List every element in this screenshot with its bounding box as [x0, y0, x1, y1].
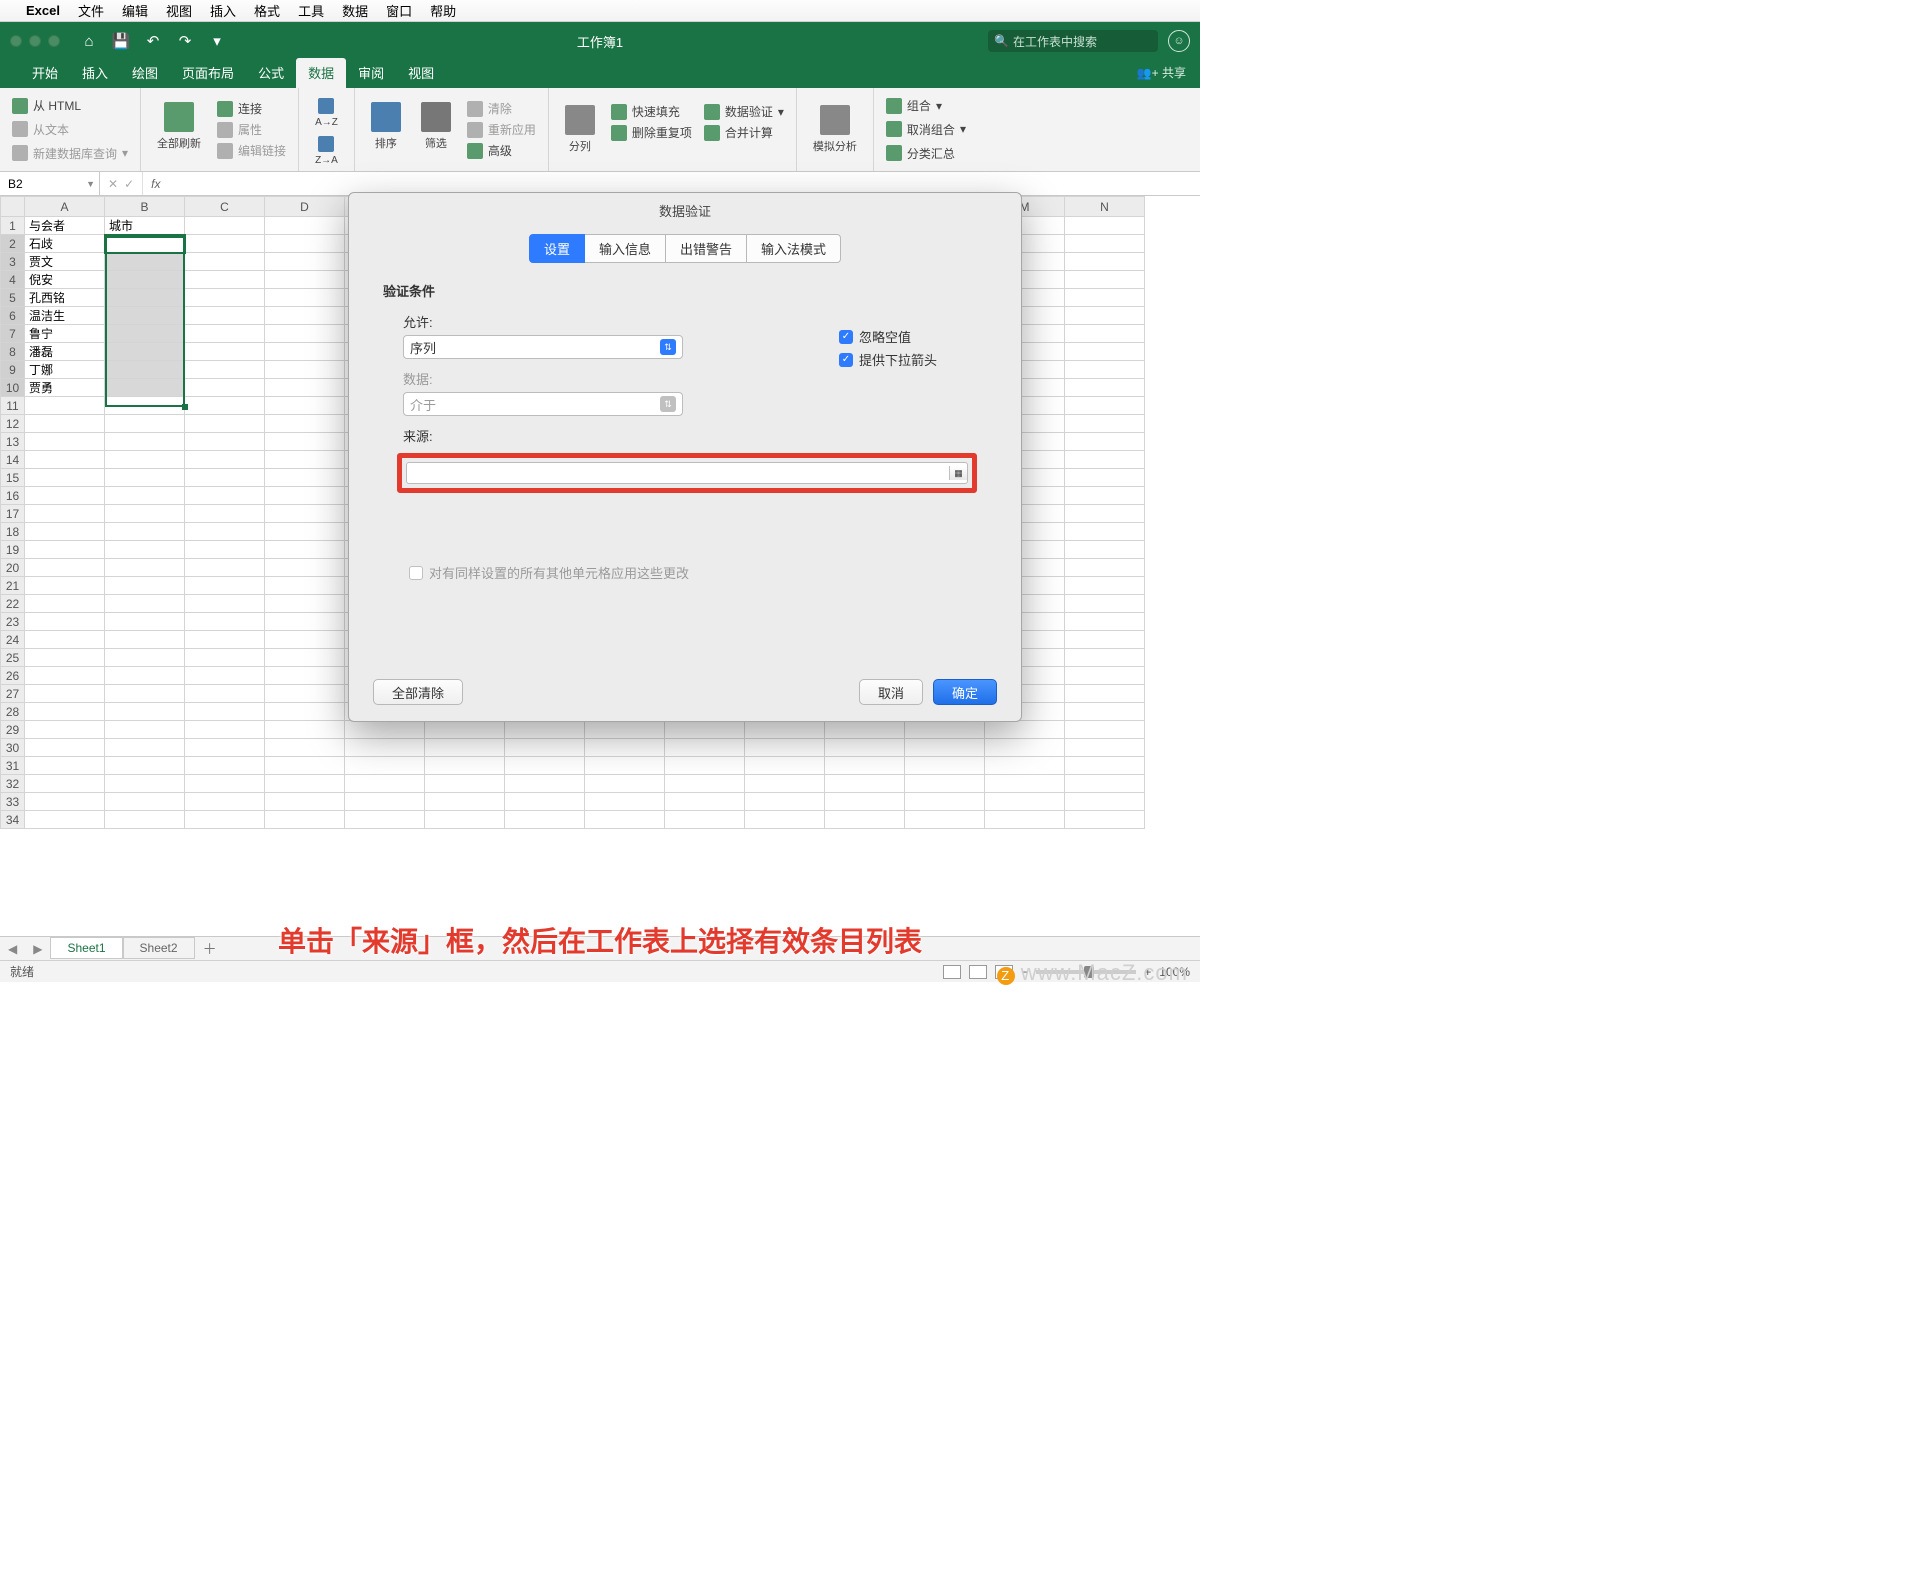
menu-file[interactable]: 文件	[78, 1, 104, 20]
dialog-tab-input[interactable]: 输入信息	[585, 234, 666, 263]
sheet-nav-prev-icon[interactable]: ◀	[0, 942, 25, 956]
remove-duplicates-button[interactable]: 删除重复项	[609, 122, 694, 143]
zoom-out-icon[interactable]: −	[1021, 965, 1028, 979]
flash-fill-button[interactable]: 快速填充	[609, 101, 694, 122]
validation-section-title: 验证条件	[383, 281, 987, 300]
sheet-search[interactable]: 🔍 在工作表中搜索	[988, 30, 1158, 52]
document-title: 工作簿1	[577, 32, 623, 51]
filter-button[interactable]: 筛选	[415, 98, 457, 155]
tab-review[interactable]: 审阅	[346, 58, 396, 88]
zoom-in-icon[interactable]: +	[1144, 965, 1151, 979]
source-highlight: ▦	[397, 453, 977, 493]
view-layout-icon[interactable]	[969, 965, 987, 979]
view-normal-icon[interactable]	[943, 965, 961, 979]
text-to-columns-button[interactable]: 分列	[559, 101, 601, 158]
sheet-tab-1[interactable]: Sheet1	[50, 937, 122, 959]
sheet-tab-bar: ◀ ▶ Sheet1 Sheet2 ＋	[0, 936, 1200, 960]
dialog-tab-ime[interactable]: 输入法模式	[747, 234, 841, 263]
fx-label[interactable]: fx	[143, 177, 160, 191]
sheet-tab-2[interactable]: Sheet2	[123, 937, 195, 959]
sheet-nav-next-icon[interactable]: ▶	[25, 942, 50, 956]
chevron-updown-icon: ⇅	[660, 396, 676, 412]
chevron-updown-icon: ⇅	[660, 339, 676, 355]
sort-desc-button[interactable]: Z→A	[309, 132, 344, 170]
clear-button[interactable]: 清除	[465, 98, 538, 119]
edit-links-button[interactable]: 编辑链接	[215, 140, 288, 161]
menu-insert[interactable]: 插入	[210, 1, 236, 20]
data-validation-dialog: 数据验证 设置 输入信息 出错警告 输入法模式 验证条件 允许: 序列⇅ 数据:…	[348, 192, 1022, 722]
tab-view[interactable]: 视图	[396, 58, 446, 88]
mac-menubar: Excel 文件 编辑 视图 插入 格式 工具 数据 窗口 帮助	[0, 0, 1200, 22]
ribbon-tabs: 开始 插入 绘图 页面布局 公式 数据 审阅 视图 👥+ 共享	[0, 60, 1200, 88]
whatif-button[interactable]: 模拟分析	[807, 101, 863, 158]
in-cell-dropdown-checkbox[interactable]: ✓提供下拉箭头	[839, 350, 937, 369]
sort-asc-button[interactable]: A→Z	[309, 94, 344, 132]
group-button[interactable]: 组合 ▾	[884, 95, 968, 116]
sort-button[interactable]: 排序	[365, 98, 407, 155]
consolidate-button[interactable]: 合并计算	[702, 122, 786, 143]
tab-draw[interactable]: 绘图	[120, 58, 170, 88]
apply-all-checkbox: 对有同样设置的所有其他单元格应用这些更改	[409, 563, 987, 582]
clear-all-button[interactable]: 全部清除	[373, 679, 463, 705]
home-icon[interactable]: ⌂	[80, 32, 98, 50]
confirm-edit-icon[interactable]: ✓	[124, 177, 134, 191]
redo-icon[interactable]: ↷	[176, 32, 194, 50]
window-titlebar: ⌂ 💾 ↶ ↷ ▾ 工作簿1 🔍 在工作表中搜索 ☺	[0, 22, 1200, 60]
ignore-blank-checkbox[interactable]: ✓忽略空值	[839, 327, 937, 346]
name-box[interactable]: B2▼	[0, 172, 100, 195]
dialog-title: 数据验证	[349, 193, 1021, 228]
data-select: 介于⇅	[403, 392, 683, 416]
tab-formula[interactable]: 公式	[246, 58, 296, 88]
ribbon: 从 HTML 从文本 新建数据库查询 ▾ 全部刷新 连接 属性 编辑链接 A→Z…	[0, 88, 1200, 172]
tab-home[interactable]: 开始	[20, 58, 70, 88]
dialog-tabs: 设置 输入信息 出错警告 输入法模式	[349, 234, 1021, 263]
menu-tools[interactable]: 工具	[298, 1, 324, 20]
window-controls[interactable]	[10, 35, 60, 47]
menu-view[interactable]: 视图	[166, 1, 192, 20]
cancel-button[interactable]: 取消	[859, 679, 923, 705]
menu-edit[interactable]: 编辑	[122, 1, 148, 20]
data-validation-button[interactable]: 数据验证 ▾	[702, 101, 786, 122]
advanced-button[interactable]: 高级	[465, 140, 538, 161]
ungroup-button[interactable]: 取消组合 ▾	[884, 119, 968, 140]
share-button[interactable]: 👥+ 共享	[1137, 64, 1186, 81]
zoom-slider[interactable]	[1036, 970, 1136, 974]
app-name[interactable]: Excel	[26, 3, 60, 18]
view-break-icon[interactable]	[995, 965, 1013, 979]
qa-dropdown-icon[interactable]: ▾	[208, 32, 226, 50]
menu-format[interactable]: 格式	[254, 1, 280, 20]
tab-data[interactable]: 数据	[296, 58, 346, 88]
status-bar: 就绪 − + 100%	[0, 960, 1200, 982]
menu-window[interactable]: 窗口	[386, 1, 412, 20]
reapply-button[interactable]: 重新应用	[465, 119, 538, 140]
save-icon[interactable]: 💾	[112, 32, 130, 50]
menu-data[interactable]: 数据	[342, 1, 368, 20]
connections-button[interactable]: 连接	[215, 98, 288, 119]
source-input[interactable]: ▦	[406, 462, 968, 484]
source-label: 来源:	[403, 426, 987, 445]
ok-button[interactable]: 确定	[933, 679, 997, 705]
tab-insert[interactable]: 插入	[70, 58, 120, 88]
search-icon: 🔍	[994, 34, 1009, 48]
dialog-tab-error[interactable]: 出错警告	[666, 234, 747, 263]
subtotal-button[interactable]: 分类汇总	[884, 143, 968, 164]
dialog-tab-settings[interactable]: 设置	[529, 234, 585, 263]
allow-select[interactable]: 序列⇅	[403, 335, 683, 359]
properties-button[interactable]: 属性	[215, 119, 288, 140]
range-picker-icon[interactable]: ▦	[949, 466, 967, 480]
cancel-edit-icon[interactable]: ✕	[108, 177, 118, 191]
add-sheet-icon[interactable]: ＋	[195, 939, 225, 959]
status-ready: 就绪	[10, 963, 34, 980]
menu-help[interactable]: 帮助	[430, 1, 456, 20]
search-placeholder: 在工作表中搜索	[1013, 33, 1097, 50]
refresh-all-button[interactable]: 全部刷新	[151, 98, 207, 155]
undo-icon[interactable]: ↶	[144, 32, 162, 50]
from-text-button[interactable]: 从文本	[10, 119, 130, 140]
new-query-button[interactable]: 新建数据库查询 ▾	[10, 143, 130, 164]
zoom-level[interactable]: 100%	[1159, 965, 1190, 979]
feedback-icon[interactable]: ☺	[1168, 30, 1190, 52]
tab-layout[interactable]: 页面布局	[170, 58, 246, 88]
from-html-button[interactable]: 从 HTML	[10, 95, 130, 116]
